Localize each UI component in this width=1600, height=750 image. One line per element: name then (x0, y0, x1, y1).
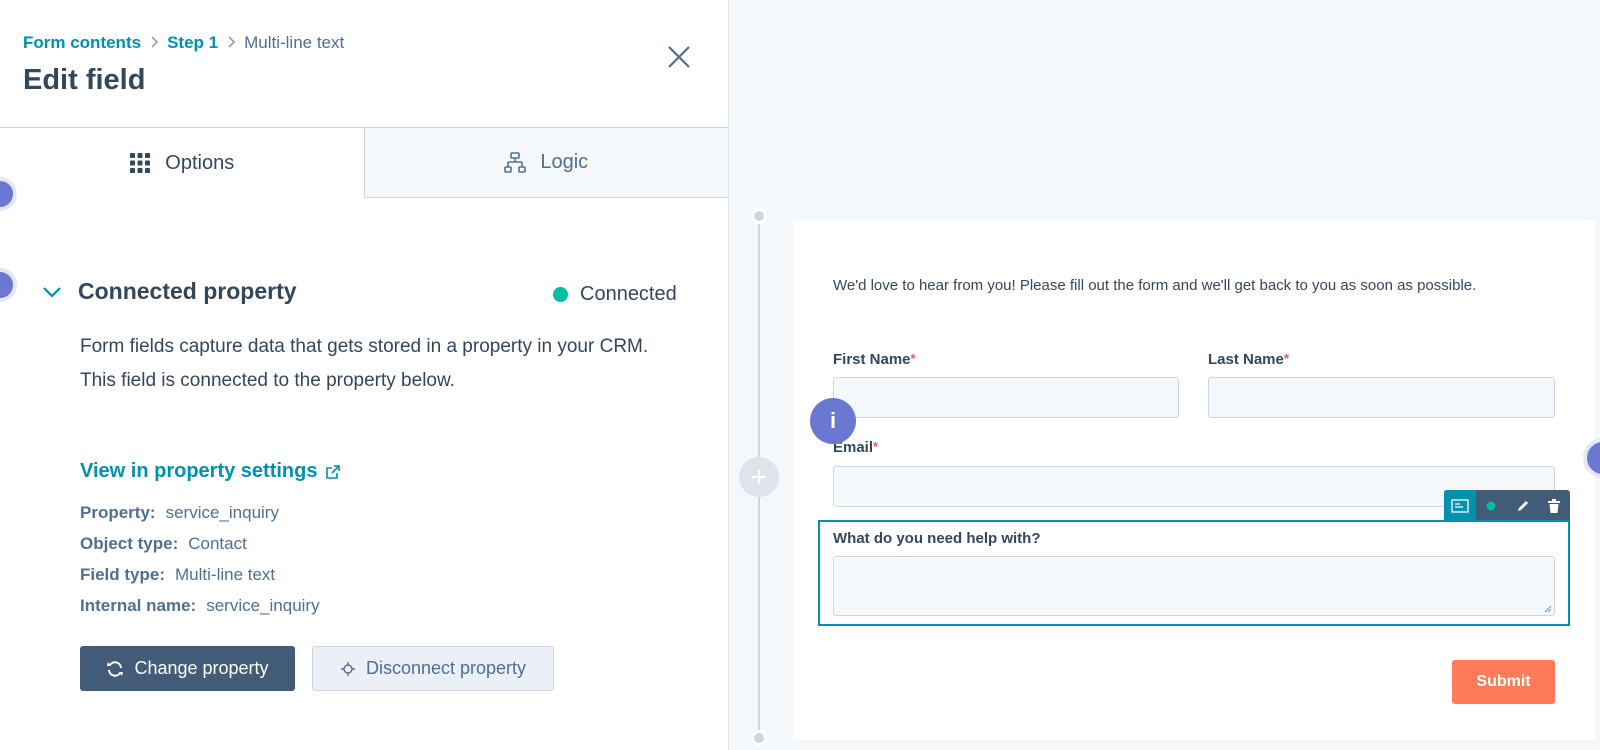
timeline-bottom-dot (751, 730, 767, 746)
section-description: Form fields capture data that gets store… (80, 330, 680, 398)
status-label: Connected (580, 283, 677, 305)
trash-icon (1548, 499, 1561, 513)
close-icon (668, 46, 690, 68)
submit-button[interactable]: Submit (1452, 660, 1555, 704)
page-title: Edit field (23, 64, 146, 96)
tab-logic-label: Logic (540, 151, 589, 173)
field-type-value: Multi-line text (175, 565, 276, 584)
edit-field-button[interactable] (1507, 490, 1539, 522)
text-field-icon (1451, 499, 1469, 513)
connected-property-toggle[interactable]: Connected property (42, 278, 297, 305)
internal-name-row: Internal name: service_inquiry (80, 596, 320, 627)
change-property-label: Change property (134, 658, 269, 678)
field-toolbar (1444, 490, 1570, 522)
external-link-icon (326, 464, 341, 479)
status-badge: Connected (553, 283, 677, 306)
refresh-icon (107, 660, 124, 677)
object-type-value: Contact (188, 534, 247, 553)
plus-icon (752, 470, 766, 484)
edit-field-panel: Form contents Step 1 Multi-line text Edi… (0, 0, 729, 750)
disconnect-property-label: Disconnect property (365, 658, 527, 678)
tab-logic[interactable]: Logic (363, 128, 728, 198)
flow-icon (504, 151, 527, 173)
close-button[interactable] (664, 42, 694, 72)
description-line-2: This field is connected to the property … (80, 370, 455, 391)
disconnect-icon (340, 661, 355, 676)
last-name-label: Last Name* (1208, 351, 1289, 368)
view-in-property-settings-link[interactable]: View in property settings (80, 460, 341, 483)
field-type-row: Field type: Multi-line text (80, 565, 320, 596)
last-name-label-text: Last Name (1208, 351, 1284, 368)
delete-field-button[interactable] (1539, 490, 1571, 522)
status-dot (553, 287, 568, 302)
section-title: Connected property (78, 278, 297, 304)
resize-handle-icon (1544, 605, 1552, 613)
change-property-button[interactable]: Change property (80, 646, 295, 691)
last-name-input[interactable] (1208, 377, 1555, 418)
breadcrumb-step-1[interactable]: Step 1 (167, 33, 218, 53)
chevron-right-icon (226, 35, 236, 51)
view-link-label: View in property settings (80, 460, 318, 482)
info-bubble[interactable]: i (810, 398, 856, 444)
first-name-label: First Name* (833, 351, 916, 368)
grid-icon (130, 153, 151, 173)
tab-options[interactable]: Options (0, 128, 364, 198)
first-name-input[interactable] (833, 377, 1179, 418)
internal-name-key: Internal name: (80, 596, 197, 615)
form-preview: We'd love to hear from you! Please fill … (793, 220, 1595, 740)
connected-dot-icon (1486, 501, 1496, 511)
description-line-1: Form fields capture data that gets store… (80, 336, 649, 357)
internal-name-value: service_inquiry (206, 596, 320, 615)
chevron-right-icon (149, 35, 159, 51)
pencil-icon (1517, 501, 1528, 511)
required-mark: * (1283, 351, 1289, 366)
property-value: service_inquiry (165, 503, 279, 522)
first-name-label-text: First Name (833, 351, 911, 368)
object-type-row: Object type: Contact (80, 534, 320, 565)
help-label: What do you need help with? (833, 530, 1041, 547)
required-mark: * (910, 351, 916, 366)
connected-indicator-button[interactable] (1476, 490, 1508, 522)
chevron-down-icon (43, 286, 61, 298)
selected-multiline-field[interactable]: What do you need help with? (818, 520, 1570, 626)
timeline-top-dot (751, 208, 767, 224)
field-type-button[interactable] (1444, 490, 1476, 522)
panel-header: Form contents Step 1 Multi-line text Edi… (0, 0, 728, 128)
property-details: Property: service_inquiry Object type: C… (80, 503, 320, 627)
breadcrumb-current: Multi-line text (244, 33, 345, 52)
disconnect-property-button[interactable]: Disconnect property (312, 646, 554, 691)
breadcrumb: Form contents Step 1 Multi-line text (23, 33, 344, 53)
property-key: Property: (80, 503, 156, 522)
form-intro-text: We'd love to hear from you! Please fill … (833, 277, 1477, 294)
property-row: Property: service_inquiry (80, 503, 320, 534)
tab-bar: Options Logic (0, 128, 728, 198)
tab-options-label: Options (165, 151, 235, 174)
add-step-button[interactable] (739, 457, 779, 497)
help-textarea[interactable] (833, 556, 1555, 616)
breadcrumb-form-contents[interactable]: Form contents (23, 33, 141, 53)
field-type-key: Field type: (80, 565, 166, 584)
object-type-key: Object type: (80, 534, 179, 553)
required-mark: * (873, 439, 879, 454)
